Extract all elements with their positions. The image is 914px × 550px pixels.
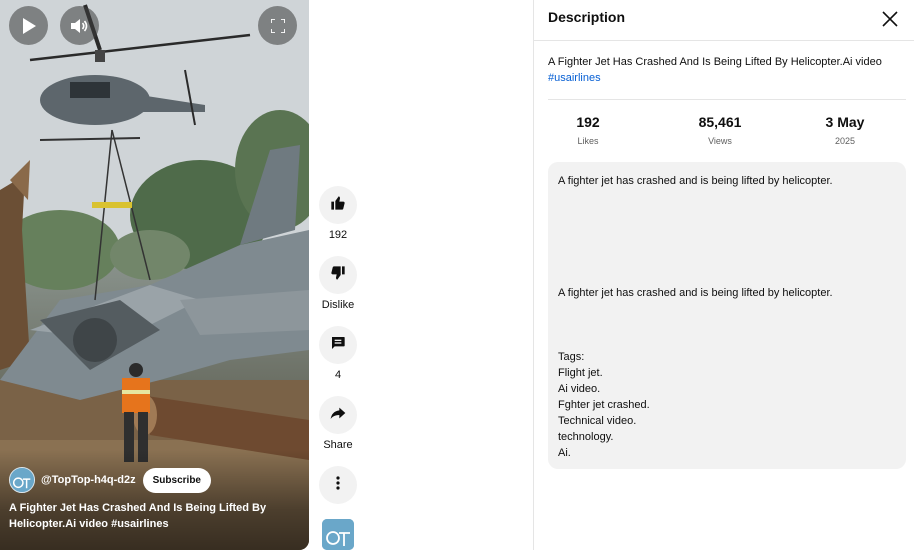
comment-count: 4 bbox=[334, 369, 342, 381]
fullscreen-button[interactable] bbox=[258, 6, 297, 45]
channel-logo-icon bbox=[10, 468, 34, 492]
description-summary: A Fighter Jet Has Crashed And Is Being L… bbox=[548, 54, 898, 86]
stat-value: 3 May bbox=[825, 114, 865, 130]
stat-value: 192 bbox=[576, 114, 600, 130]
share-icon bbox=[330, 405, 346, 426]
share-button[interactable] bbox=[319, 396, 357, 434]
summary-text: A Fighter Jet Has Crashed And Is Being L… bbox=[548, 56, 882, 68]
tag-item: Ai. bbox=[558, 447, 571, 459]
thumb-down-icon bbox=[330, 265, 346, 286]
sound-thumbnail[interactable] bbox=[322, 519, 354, 550]
play-button[interactable] bbox=[9, 6, 48, 45]
close-button[interactable] bbox=[879, 8, 901, 30]
tag-item: Flight jet. bbox=[558, 367, 603, 379]
stat-label: Views bbox=[708, 136, 732, 146]
volume-icon bbox=[70, 18, 89, 34]
fullscreen-icon bbox=[270, 18, 285, 33]
panel-header: Description bbox=[534, 0, 914, 41]
stat-label: Likes bbox=[577, 136, 599, 146]
dislike-button[interactable] bbox=[319, 256, 357, 294]
description-line: A fighter jet has crashed and is being l… bbox=[558, 287, 833, 299]
share-label: Share bbox=[323, 439, 353, 451]
comment-button[interactable] bbox=[319, 326, 357, 364]
tag-item: Fghter jet crashed. bbox=[558, 399, 650, 411]
description-line: A fighter jet has crashed and is being l… bbox=[558, 175, 833, 187]
like-count: 192 bbox=[328, 229, 348, 241]
stat-label: 2025 bbox=[834, 136, 856, 146]
stat-value: 85,461 bbox=[698, 114, 742, 130]
tags-heading: Tags: bbox=[558, 351, 585, 363]
subscribe-button[interactable]: Subscribe bbox=[142, 467, 211, 493]
tag-item: Ai video. bbox=[558, 383, 601, 395]
video-hashtag[interactable]: #usairlines bbox=[111, 518, 168, 530]
more-button[interactable] bbox=[319, 466, 357, 504]
thumb-up-icon bbox=[330, 195, 346, 216]
video-title[interactable]: A Fighter Jet Has Crashed And Is Being L… bbox=[9, 500, 279, 532]
stat-views: 85,461 Views bbox=[699, 114, 742, 146]
stat-date: 3 May 2025 bbox=[826, 114, 865, 146]
channel-logo-icon bbox=[322, 519, 354, 550]
play-icon bbox=[22, 17, 36, 34]
video-player[interactable]: @TopTop-h4q-d2z Subscribe A Fighter Jet … bbox=[0, 0, 309, 550]
mute-button[interactable] bbox=[60, 6, 99, 45]
like-button[interactable] bbox=[319, 186, 357, 224]
action-column: 192 Dislike 4 Share bbox=[319, 186, 357, 519]
tag-item: Technical video. bbox=[558, 415, 637, 427]
channel-row: @TopTop-h4q-d2z Subscribe bbox=[9, 467, 211, 493]
tag-item: technology. bbox=[558, 431, 614, 443]
more-vert-icon bbox=[336, 475, 340, 495]
summary-hashtag-link[interactable]: #usairlines bbox=[548, 72, 601, 84]
description-panel: Description A Fighter Jet Has Crashed An… bbox=[533, 0, 914, 550]
dislike-label: Dislike bbox=[321, 299, 355, 311]
channel-avatar[interactable] bbox=[9, 467, 35, 493]
comment-icon bbox=[330, 335, 346, 356]
divider bbox=[548, 99, 906, 100]
panel-title: Description bbox=[548, 9, 626, 25]
close-icon bbox=[879, 11, 901, 34]
description-body: A fighter jet has crashed and is being l… bbox=[548, 162, 906, 469]
channel-handle[interactable]: @TopTop-h4q-d2z bbox=[41, 474, 136, 486]
stat-likes: 192 Likes bbox=[576, 114, 599, 146]
